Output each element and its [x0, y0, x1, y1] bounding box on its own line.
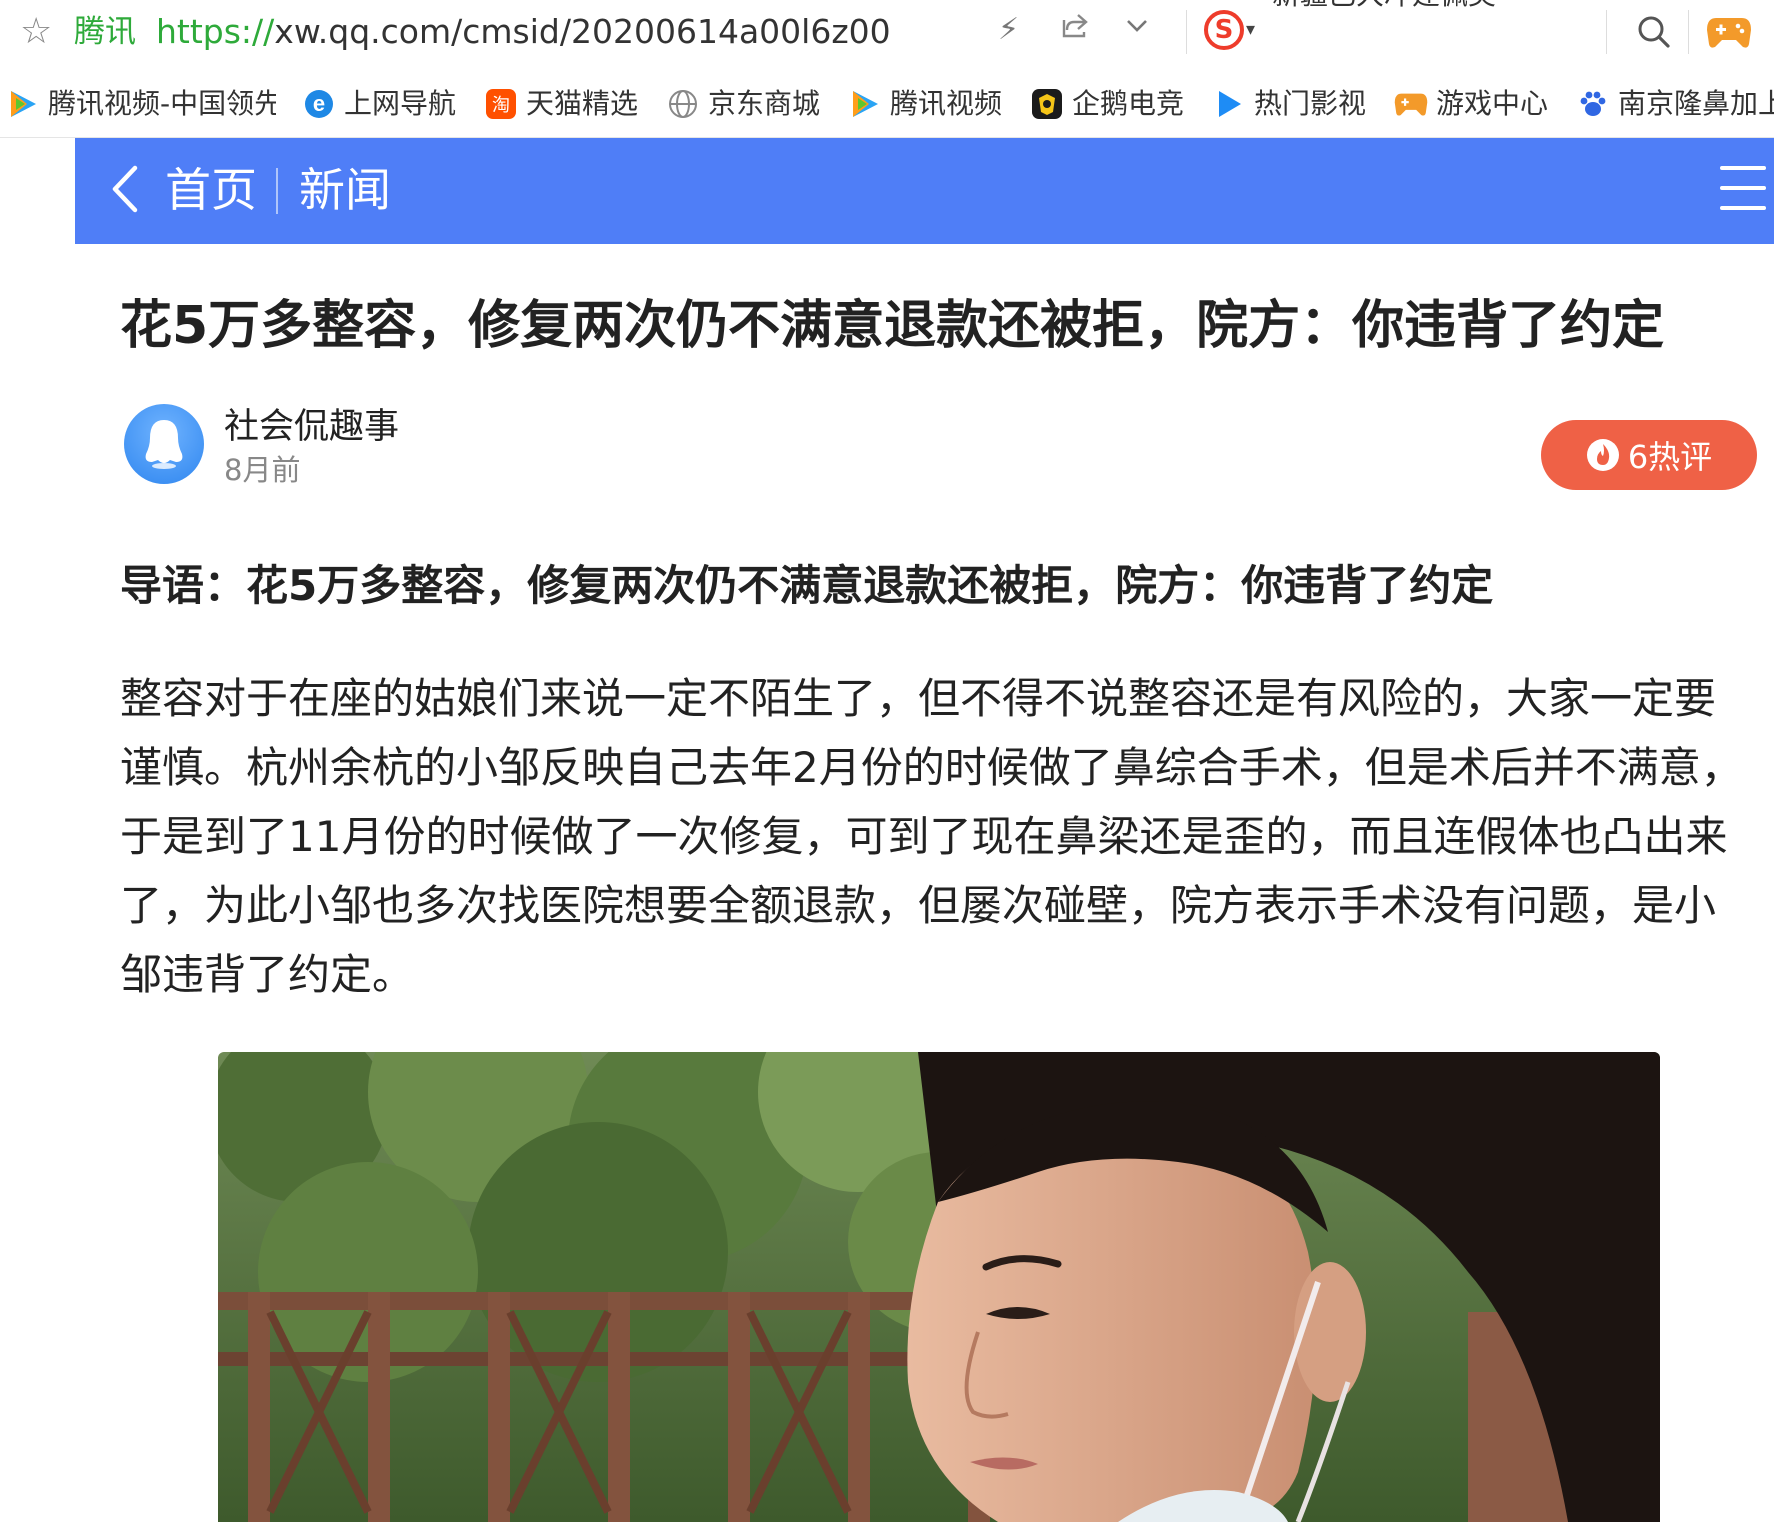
- flame-icon: [1586, 439, 1619, 471]
- publish-time: 8月前: [224, 453, 301, 487]
- bookmark-star-icon[interactable]: ☆: [20, 12, 52, 52]
- menu-icon[interactable]: [1720, 166, 1766, 212]
- penguin-icon: [145, 420, 183, 469]
- back-arrow-icon[interactable]: [105, 162, 145, 216]
- article-lead: 导语：花5万多整容，修复两次仍不满意退款还被拒，院方：你违背了约定: [120, 561, 1494, 610]
- paragraph-line: 整容对于在座的姑娘们来说一定不陌生了，但不得不说整容还是有风险的，大家一定要: [120, 674, 1717, 723]
- tencent-video-icon: [848, 87, 882, 121]
- site-navbar: 首页 新闻: [75, 138, 1774, 244]
- caret-down-icon[interactable]: ▾: [1246, 14, 1255, 46]
- paragraph-line: 于是到了11月份的时候做了一次修复，可到了现在鼻梁还是歪的，而且连假体也凸出来: [120, 812, 1728, 861]
- play-icon: [1212, 87, 1246, 121]
- paragraph-line: 谨慎。杭州余杭的小邹反映自己去年2月份的时候做了鼻综合手术，但是术后并不满意，: [120, 743, 1743, 792]
- share-icon[interactable]: [1060, 10, 1090, 51]
- baidu-paw-icon: [1576, 87, 1610, 121]
- nav-home-link[interactable]: 首页: [165, 160, 257, 220]
- bookmark-tencent-video-leading[interactable]: 腾讯视频-中国领先: [6, 82, 276, 126]
- bookmark-jd[interactable]: 京东商城: [666, 82, 826, 126]
- penguin-esports-icon: [1030, 87, 1064, 121]
- toolbar-divider: [1606, 10, 1607, 54]
- nav-news-link[interactable]: 新闻: [299, 160, 391, 220]
- bookmark-tencent-video[interactable]: 腾讯视频: [848, 82, 1008, 126]
- bookmark-nanjing[interactable]: 南京隆鼻加上: [1576, 82, 1774, 126]
- ie-icon: e: [302, 87, 336, 121]
- paragraph-line: 邹违背了约定。: [120, 950, 415, 999]
- lightning-icon[interactable]: ⚡: [998, 10, 1019, 50]
- gamepad-icon: [1394, 87, 1428, 121]
- author-name[interactable]: 社会侃趣事: [224, 404, 399, 450]
- address-bar: ☆ 腾讯 https://xw.qq.com/cmsid/20200614a00…: [0, 0, 1774, 64]
- toolbar-divider: [1186, 10, 1187, 54]
- article-photo[interactable]: [218, 1052, 1660, 1522]
- nav-divider: [276, 168, 278, 214]
- chevron-down-icon[interactable]: [1122, 10, 1152, 51]
- paragraph-line: 了，为此小邹也多次找医院想要全额退款，但屡次碰壁，院方表示手术没有问题，是小: [120, 881, 1717, 930]
- svg-text:淘: 淘: [492, 95, 510, 116]
- gamepad-icon[interactable]: [1706, 14, 1752, 50]
- url-protocol: https://: [156, 12, 275, 51]
- hot-comments-label: 6热评: [1627, 438, 1713, 476]
- bookmark-tmall[interactable]: 淘 天猫精选: [484, 82, 644, 126]
- globe-icon: [666, 87, 700, 121]
- tencent-video-icon: [6, 87, 40, 121]
- url-field[interactable]: https://xw.qq.com/cmsid/20200614a00l6z00: [156, 12, 891, 52]
- toolbar-divider: [1688, 10, 1689, 54]
- bookmark-penguin-esports[interactable]: 企鹅电竞: [1030, 82, 1190, 126]
- site-identity[interactable]: 腾讯: [74, 12, 136, 52]
- sogou-search-icon[interactable]: S: [1204, 10, 1244, 50]
- search-hint-text: 新疆已大冲建佩美: [1272, 0, 1496, 10]
- hot-comments-button[interactable]: 6热评: [1541, 420, 1757, 490]
- bookmark-hot-movies[interactable]: 热门影视: [1212, 82, 1372, 126]
- bookmark-game-center[interactable]: 游戏中心: [1394, 82, 1554, 126]
- taobao-icon: 淘: [484, 87, 518, 121]
- woman-interview-photo: [218, 1052, 1660, 1522]
- bookmarks-bar: 腾讯视频-中国领先 e 上网导航 淘 天猫精选 京东商城 腾讯视频 企鹅电竞 热: [0, 72, 1774, 138]
- url-path: xw.qq.com/cmsid/20200614a00l6z00: [274, 12, 891, 51]
- article-title: 花5万多整容，修复两次仍不满意退款还被拒，院方：你违背了约定: [120, 296, 1665, 356]
- article-paragraph: 整容对于在座的姑娘们来说一定不陌生了，但不得不说整容还是有风险的，大家一定要 谨…: [120, 664, 1760, 1009]
- search-icon[interactable]: [1634, 12, 1674, 52]
- bookmark-web-nav[interactable]: e 上网导航: [302, 82, 462, 126]
- author-avatar[interactable]: [124, 404, 204, 484]
- svg-text:e: e: [313, 91, 325, 116]
